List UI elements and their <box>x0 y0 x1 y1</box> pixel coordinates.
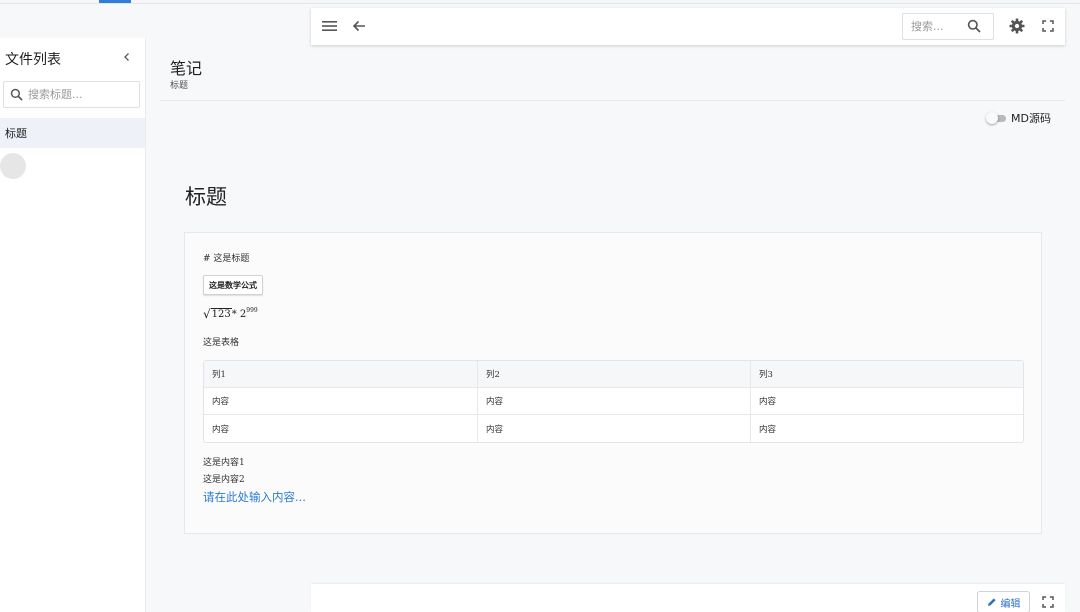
file-item[interactable]: 标题 <box>0 118 145 148</box>
page-subtitle: 标题 <box>170 81 189 91</box>
menu-button[interactable] <box>320 17 338 35</box>
active-tab-indicator <box>99 0 131 3</box>
header-divider <box>160 100 1065 101</box>
sidebar-title: 文件列表 <box>5 52 61 68</box>
table-cell: 内容 <box>204 388 478 415</box>
collapse-sidebar-button[interactable] <box>118 48 136 66</box>
back-button[interactable] <box>350 17 368 35</box>
radicand: 123 <box>210 308 232 320</box>
chevron-left-icon <box>124 53 129 61</box>
loading-spinner <box>0 153 26 179</box>
fullscreen-button[interactable] <box>1039 17 1057 35</box>
toggle-knob <box>986 111 998 124</box>
fullscreen-icon <box>1042 596 1054 608</box>
file-list-sidebar: 文件列表 标题 <box>0 38 146 612</box>
page-title: 笔记 <box>170 59 203 78</box>
file-item-label: 标题 <box>5 127 27 140</box>
table-cell: 内容 <box>478 415 751 442</box>
table-cell: 内容 <box>478 388 751 415</box>
toggle-track <box>986 111 1006 124</box>
table-header-row: 列1 列2 列3 <box>204 361 1023 388</box>
md-source-label: MD源码 <box>1011 112 1051 125</box>
markdown-table: 列1 列2 列3 内容 内容 内容 内容 内容 内容 <box>203 360 1024 443</box>
bottom-toolbar: 编辑 <box>311 584 1065 612</box>
sidebar-search-box <box>3 81 140 108</box>
content-line-1: 这是内容1 <box>203 458 245 468</box>
top-toolbar <box>311 8 1065 45</box>
toolbar-search-box <box>902 13 994 40</box>
edit-button[interactable]: 编辑 <box>977 591 1030 612</box>
table-row: 内容 内容 内容 <box>204 415 1023 442</box>
sqrt-symbol: √ <box>203 307 211 321</box>
md-source-toggle[interactable]: MD源码 <box>986 110 1051 126</box>
top-strip <box>0 0 1080 4</box>
table-header-cell: 列1 <box>204 361 478 388</box>
table-cell: 内容 <box>751 388 1023 415</box>
edit-button-label: 编辑 <box>1000 598 1021 610</box>
math-formula: √ 123 * 2 999 <box>203 305 258 323</box>
sidebar-search-input[interactable] <box>28 88 138 101</box>
pencil-icon <box>987 598 996 606</box>
search-icon[interactable] <box>967 19 981 33</box>
settings-button[interactable] <box>1008 17 1026 35</box>
menu-icon <box>321 21 337 31</box>
table-cell: 内容 <box>204 415 478 442</box>
toolbar-search-input[interactable] <box>911 20 967 33</box>
math-formula-button[interactable]: 这是数学公式 <box>203 275 263 295</box>
content-line-2: 这是内容2 <box>203 475 245 485</box>
table-row: 内容 内容 内容 <box>204 388 1023 415</box>
table-header-cell: 列3 <box>751 361 1023 388</box>
table-cell: 内容 <box>759 424 777 435</box>
formula-operator: * 2 <box>231 308 247 320</box>
table-header-cell: 列2 <box>478 361 751 388</box>
back-arrow-icon <box>352 20 365 32</box>
markdown-preview: # 这是标题 这是数学公式 √ 123 * 2 999 这是表格 列1 列2 列3 … <box>184 232 1042 534</box>
bottom-fullscreen-button[interactable] <box>1040 594 1056 610</box>
search-icon <box>10 88 23 101</box>
document-title: 标题 <box>185 185 227 209</box>
formula-exponent: 999 <box>246 306 258 314</box>
table-caption: 这是表格 <box>203 338 240 348</box>
markdown-heading-line: # 这是标题 <box>203 254 250 264</box>
content-input-prompt[interactable]: 请在此处输入内容... <box>203 489 306 505</box>
fullscreen-icon <box>1042 20 1054 32</box>
gear-icon <box>1009 18 1025 34</box>
